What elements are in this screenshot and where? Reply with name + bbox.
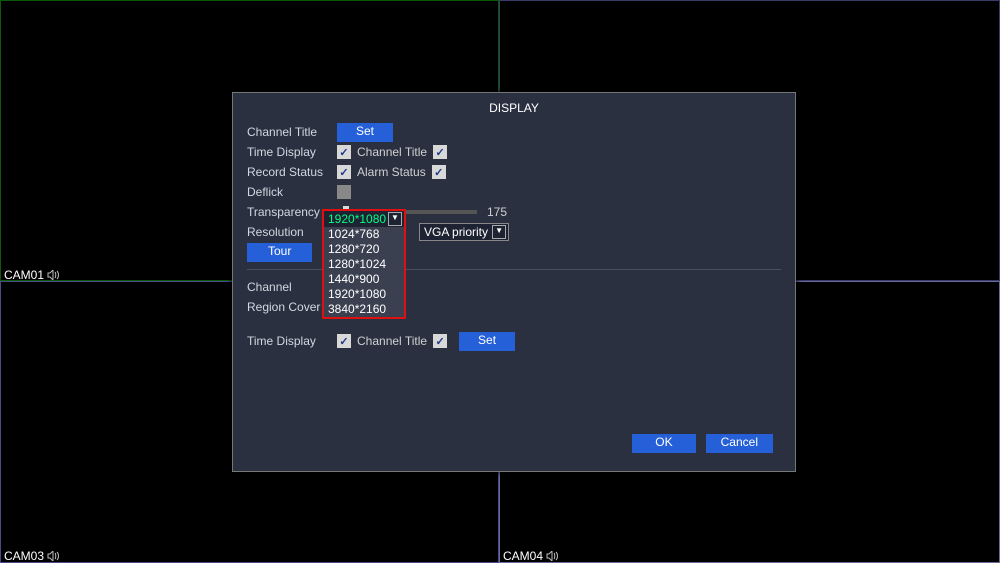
- alarm-status-label: Alarm Status: [357, 165, 426, 179]
- deflick-label: Deflick: [247, 185, 337, 199]
- resolution-option[interactable]: 1440*900: [324, 272, 404, 287]
- time-display2-label: Time Display: [247, 334, 337, 348]
- cam03-label: CAM03: [4, 549, 59, 563]
- resolution-option[interactable]: 1920*1080: [324, 287, 404, 302]
- display-dialog: DISPLAY Channel Title Set Time Display ✓…: [232, 92, 796, 472]
- time-display-checkbox[interactable]: ✓: [337, 145, 351, 159]
- speaker-icon: [546, 551, 558, 561]
- resolution-option[interactable]: 3840*2160: [324, 302, 404, 317]
- set2-button[interactable]: Set: [459, 332, 515, 351]
- resolution-options-list: 1024*768 1280*720 1280*1024 1440*900 192…: [324, 227, 404, 317]
- set-button[interactable]: Set: [337, 123, 393, 142]
- channel-title-label: Channel Title: [247, 125, 337, 139]
- resolution-selected: 1920*1080: [328, 211, 386, 227]
- transparency-value: 175: [487, 205, 507, 219]
- resolution-dropdown-highlight: 1920*1080 ▼ 1024*768 1280*720 1280*1024 …: [322, 209, 406, 319]
- chevron-down-icon: ▼: [388, 212, 402, 226]
- chevron-down-icon: ▼: [492, 225, 506, 239]
- deflick-checkbox[interactable]: [337, 185, 351, 199]
- speaker-icon: [47, 551, 59, 561]
- cam01-label: CAM01: [4, 268, 59, 282]
- time-display-label: Time Display: [247, 145, 337, 159]
- resolution-option[interactable]: 1024*768: [324, 227, 404, 242]
- cancel-button[interactable]: Cancel: [706, 434, 773, 453]
- channel-title3-label: Channel Title: [357, 334, 427, 348]
- vga-priority-select[interactable]: VGA priority▼: [419, 223, 509, 241]
- record-status-label: Record Status: [247, 165, 337, 179]
- ok-button[interactable]: OK: [632, 434, 695, 453]
- tour-button[interactable]: Tour: [247, 243, 312, 262]
- dialog-title: DISPLAY: [233, 93, 795, 123]
- record-status-checkbox[interactable]: ✓: [337, 165, 351, 179]
- channel-title2-label: Channel Title: [357, 145, 427, 159]
- time-display2-checkbox[interactable]: ✓: [337, 334, 351, 348]
- resolution-select[interactable]: 1920*1080 ▼: [324, 211, 404, 227]
- speaker-icon: [47, 270, 59, 280]
- channel-title-checkbox[interactable]: ✓: [433, 145, 447, 159]
- channel-title3-checkbox[interactable]: ✓: [433, 334, 447, 348]
- resolution-option[interactable]: 1280*1024: [324, 257, 404, 272]
- resolution-option[interactable]: 1280*720: [324, 242, 404, 257]
- alarm-status-checkbox[interactable]: ✓: [432, 165, 446, 179]
- cam04-label: CAM04: [503, 549, 558, 563]
